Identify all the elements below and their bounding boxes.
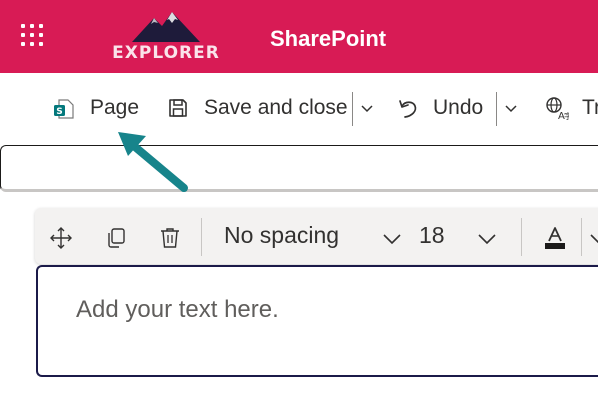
svg-text:S: S bbox=[56, 107, 62, 117]
divider bbox=[521, 218, 522, 256]
trash-icon[interactable] bbox=[158, 226, 182, 250]
save-and-close-button[interactable]: Save and close bbox=[204, 96, 348, 120]
divider bbox=[352, 92, 353, 126]
font-size-dropdown[interactable]: 18 bbox=[419, 222, 445, 249]
mountain-icon bbox=[132, 12, 200, 42]
title-area[interactable] bbox=[0, 145, 598, 192]
undo-button[interactable]: Undo bbox=[433, 96, 483, 120]
paragraph-style-value: No spacing bbox=[224, 222, 340, 248]
divider bbox=[201, 218, 202, 256]
chevron-down-icon[interactable] bbox=[360, 104, 374, 114]
undo-icon[interactable] bbox=[398, 97, 420, 119]
annotation-arrow bbox=[118, 132, 188, 192]
divider bbox=[496, 92, 497, 126]
chevron-down-icon[interactable] bbox=[587, 227, 598, 251]
page-icon[interactable]: S bbox=[53, 98, 75, 120]
chevron-down-icon[interactable] bbox=[504, 104, 518, 114]
chevron-down-icon[interactable] bbox=[475, 227, 499, 251]
move-icon[interactable] bbox=[49, 226, 73, 250]
font-size-value: 18 bbox=[419, 222, 445, 248]
suite-header: EXPLORER SharePoint bbox=[0, 0, 598, 73]
text-editor[interactable]: Add your text here. bbox=[36, 265, 598, 377]
editor-placeholder: Add your text here. bbox=[76, 296, 279, 323]
text-webpart-toolbar: No spacing 18 bbox=[35, 208, 598, 264]
divider bbox=[581, 218, 582, 256]
translate-button[interactable]: Tr bbox=[582, 96, 598, 120]
app-name[interactable]: SharePoint bbox=[270, 26, 386, 52]
save-icon[interactable] bbox=[167, 97, 189, 119]
svg-text:字: 字 bbox=[564, 111, 569, 120]
app-launcher-icon[interactable] bbox=[21, 24, 47, 50]
chevron-down-icon[interactable] bbox=[380, 227, 404, 251]
page-button[interactable]: Page bbox=[90, 96, 139, 120]
font-color-icon[interactable] bbox=[543, 226, 567, 250]
logo-text: EXPLORER bbox=[112, 43, 220, 63]
translate-icon[interactable]: A 字 bbox=[545, 96, 569, 120]
duplicate-icon[interactable] bbox=[104, 226, 128, 250]
paragraph-style-dropdown[interactable]: No spacing bbox=[224, 222, 339, 249]
explorer-logo[interactable]: EXPLORER bbox=[108, 8, 224, 66]
